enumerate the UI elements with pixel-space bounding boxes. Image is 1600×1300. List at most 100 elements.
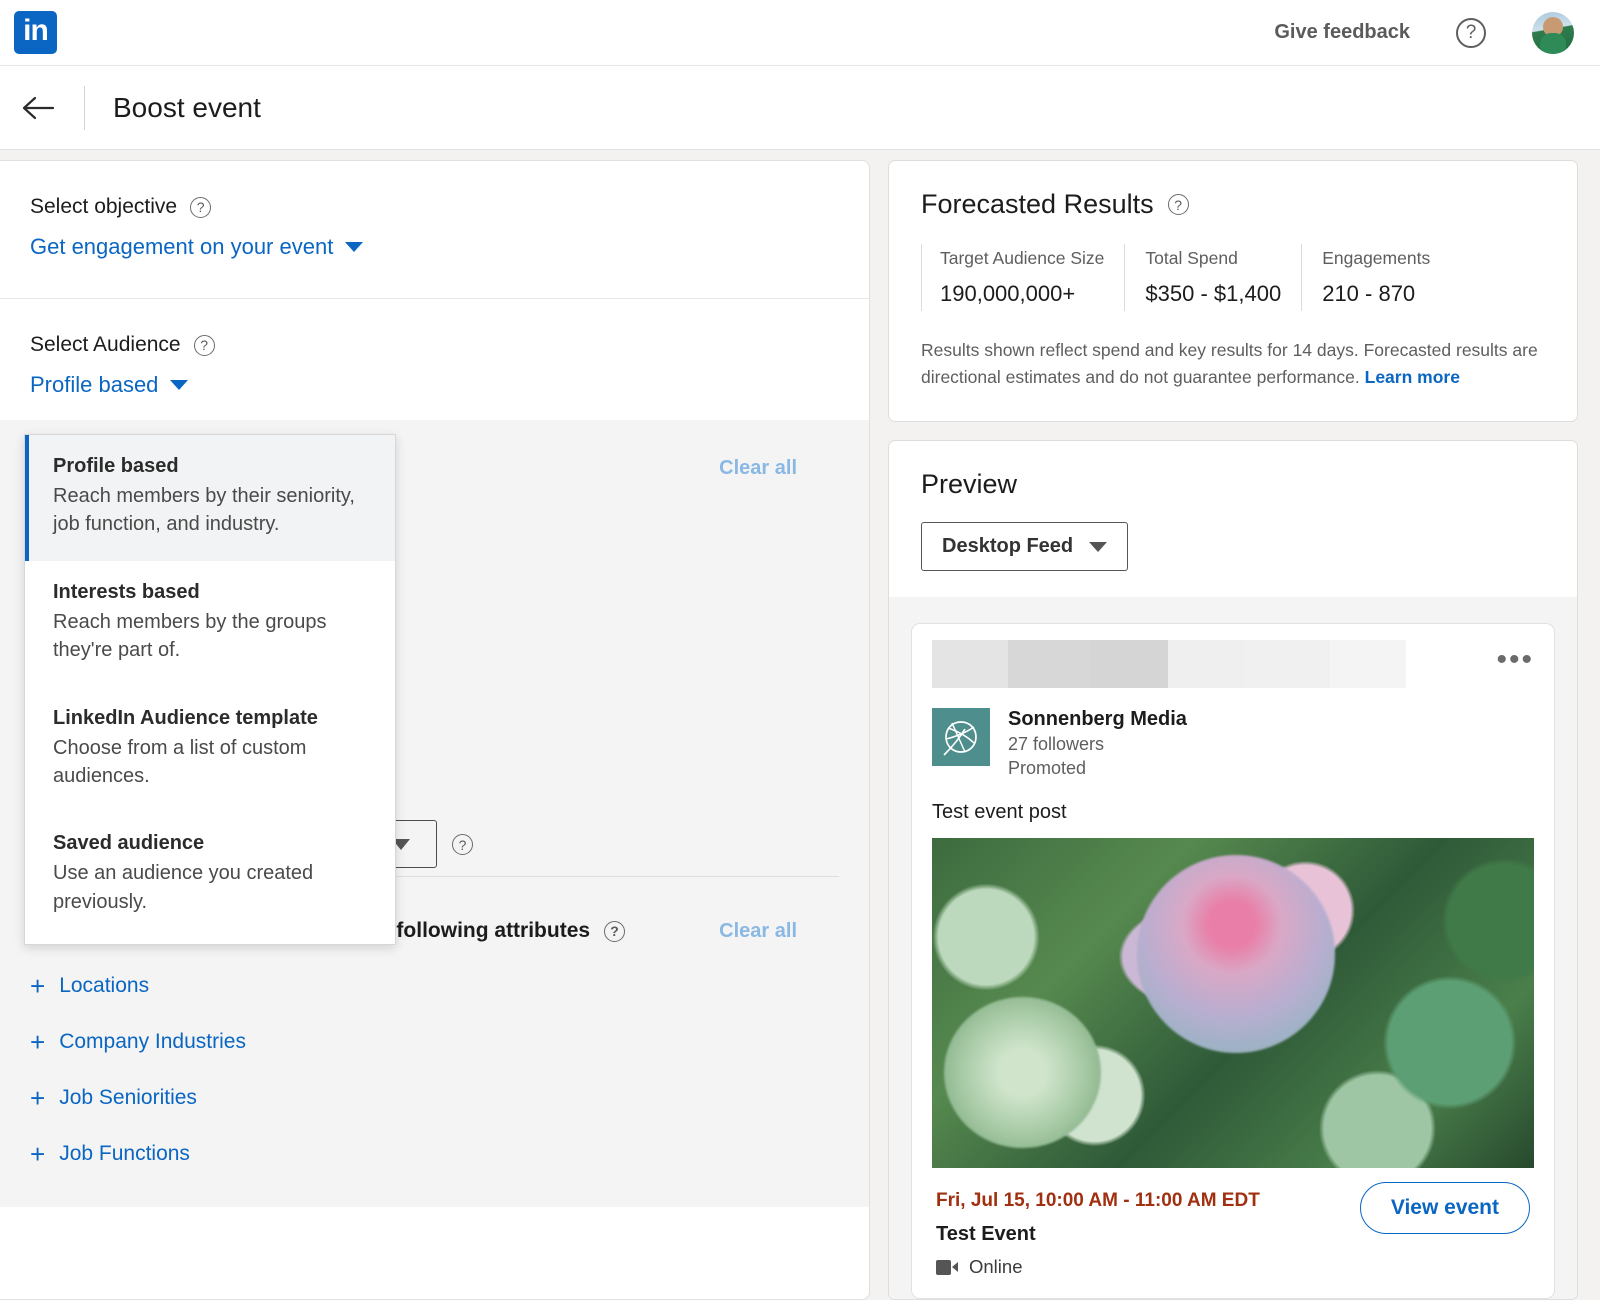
- exclude-help-icon[interactable]: ?: [604, 920, 626, 942]
- preview-format-dropdown[interactable]: Desktop Feed: [921, 522, 1129, 572]
- exclude-company-industries-link[interactable]: + Company Industries: [30, 1029, 839, 1055]
- placeholder-block: [1246, 640, 1330, 689]
- preview-card: Preview Desktop Feed ••• Sonnenberg Medi…: [888, 440, 1578, 1300]
- video-camera-icon: [936, 1259, 958, 1275]
- metric-label: Target Audience Size: [940, 248, 1105, 268]
- plus-icon: +: [30, 971, 46, 1001]
- plus-icon: +: [30, 1083, 46, 1113]
- page-title: Boost event: [113, 91, 261, 123]
- attribute-select-help-icon[interactable]: ?: [452, 834, 473, 855]
- follower-count: 27 followers: [1008, 734, 1105, 755]
- exclude-locations-label: Locations: [59, 974, 150, 997]
- metric-value: 190,000,000+: [940, 281, 1076, 306]
- exclude-company-industries-label: Company Industries: [59, 1030, 246, 1053]
- forecasted-results-body: Forecasted Results ? Target Audience Siz…: [889, 161, 1577, 421]
- preview-body: ••• Sonnenberg Media 27 followers Promot…: [889, 597, 1577, 1300]
- exclude-job-functions-label: Job Functions: [59, 1142, 190, 1165]
- dropdown-option-linkedin-audience-template[interactable]: LinkedIn Audience template Choose from a…: [25, 687, 395, 813]
- placeholder-block: [1168, 640, 1246, 689]
- avatar[interactable]: [1532, 11, 1574, 54]
- back-arrow-icon[interactable]: [16, 85, 62, 131]
- forecasted-results-card: Forecasted Results ? Target Audience Siz…: [888, 160, 1578, 423]
- audience-type-dropdown-menu[interactable]: Profile based Reach members by their sen…: [24, 434, 396, 946]
- chevron-down-icon: [1089, 541, 1108, 552]
- objective-value: Get engagement on your event: [30, 234, 334, 259]
- metric-value: 210 - 870: [1322, 281, 1416, 306]
- help-icon[interactable]: ?: [1456, 17, 1486, 48]
- option-title: Interests based: [53, 580, 200, 603]
- chevron-down-icon: [170, 380, 189, 390]
- option-description: Reach members by the groups they're part…: [53, 610, 327, 662]
- option-title: Saved audience: [53, 832, 205, 855]
- preview-title: Preview: [921, 469, 1018, 500]
- promoted-label: Promoted: [1008, 758, 1087, 779]
- plus-icon: +: [30, 1139, 46, 1169]
- placeholder-block: [1090, 640, 1168, 689]
- preview-header: Preview Desktop Feed: [889, 441, 1577, 597]
- post-author: Sonnenberg Media 27 followers Promoted: [932, 708, 1534, 779]
- forecasted-results-title: Forecasted Results: [921, 189, 1154, 219]
- placeholder-block: [1008, 640, 1090, 689]
- dropdown-option-profile-based[interactable]: Profile based Reach members by their sen…: [25, 435, 395, 561]
- objective-label: Select objective: [30, 195, 178, 218]
- exclude-clear-all-button[interactable]: Clear all: [719, 920, 839, 943]
- forecast-note: Results shown reflect spend and key resu…: [921, 337, 1545, 391]
- audience-value: Profile based: [30, 372, 159, 397]
- audience-section: Select Audience ? Profile based: [0, 299, 869, 420]
- option-description: Reach members by their seniority, job fu…: [53, 485, 355, 536]
- event-mode: Online: [936, 1256, 1530, 1278]
- company-name: Sonnenberg Media: [1008, 708, 1187, 731]
- exclude-job-seniorities-label: Job Seniorities: [59, 1086, 197, 1109]
- objective-section: Select objective ? Get engagement on you…: [0, 161, 869, 299]
- option-description: Use an audience you created previously.: [53, 862, 314, 913]
- metric-target-audience-size: Target Audience Size 190,000,000+: [921, 244, 1124, 311]
- forecast-metrics: Target Audience Size 190,000,000+ Total …: [921, 244, 1545, 311]
- give-feedback-link[interactable]: Give feedback: [1274, 21, 1410, 44]
- metric-label: Total Spend: [1145, 248, 1238, 268]
- learn-more-link[interactable]: Learn more: [1365, 367, 1460, 387]
- objective-help-icon[interactable]: ?: [190, 196, 212, 218]
- chevron-down-icon: [345, 242, 364, 252]
- linkedin-logo-icon[interactable]: in: [14, 11, 57, 54]
- right-column: Forecasted Results ? Target Audience Siz…: [888, 160, 1578, 1300]
- post-preview: ••• Sonnenberg Media 27 followers Promot…: [911, 623, 1555, 1300]
- post-text: Test event post: [932, 801, 1067, 824]
- event-image: [932, 838, 1534, 1169]
- post-author-info: Sonnenberg Media 27 followers Promoted: [1008, 708, 1187, 779]
- header-divider: [84, 85, 85, 130]
- dropdown-option-interests-based[interactable]: Interests based Reach members by the gro…: [25, 561, 395, 687]
- audience-help-icon[interactable]: ?: [193, 334, 215, 356]
- dropdown-option-saved-audience[interactable]: Saved audience Use an audience you creat…: [25, 812, 395, 938]
- objective-label-row: Select objective ?: [30, 195, 839, 219]
- metric-total-spend: Total Spend $350 - $1,400: [1124, 244, 1301, 311]
- post-more-options-icon[interactable]: •••: [1496, 640, 1534, 675]
- metric-engagements: Engagements 210 - 870: [1301, 244, 1450, 311]
- company-logo-icon: [932, 708, 990, 767]
- objective-dropdown[interactable]: Get engagement on your event: [30, 234, 364, 260]
- exclude-job-functions-link[interactable]: + Job Functions: [30, 1141, 839, 1167]
- view-event-button[interactable]: View event: [1359, 1182, 1530, 1235]
- forecast-help-icon[interactable]: ?: [1167, 194, 1189, 215]
- option-title: Profile based: [53, 455, 179, 477]
- audience-dropdown-trigger[interactable]: Profile based: [30, 372, 189, 398]
- placeholder-block: [932, 640, 1008, 689]
- event-mode-label: Online: [969, 1256, 1023, 1278]
- metric-label: Engagements: [1322, 248, 1431, 268]
- preview-format-value: Desktop Feed: [942, 535, 1074, 558]
- plus-icon: +: [30, 1027, 46, 1057]
- audience-label: Select Audience: [30, 333, 181, 356]
- metric-value: $350 - $1,400: [1145, 281, 1282, 306]
- event-details: Fri, Jul 15, 10:00 AM - 11:00 AM EDT Tes…: [932, 1168, 1534, 1298]
- option-description: Choose from a list of custom audiences.: [53, 736, 307, 787]
- placeholder-block: [1330, 640, 1406, 689]
- top-bar-actions: Give feedback ?: [1274, 11, 1582, 54]
- audience-label-row: Select Audience ?: [30, 333, 839, 357]
- exclude-locations-link[interactable]: + Locations: [30, 973, 839, 999]
- blurred-header-placeholder: •••: [932, 640, 1534, 692]
- forecasted-results-title-row: Forecasted Results ?: [921, 189, 1545, 220]
- option-title: LinkedIn Audience template: [53, 706, 318, 729]
- include-clear-all-button[interactable]: Clear all: [719, 457, 839, 480]
- top-bar: in Give feedback ?: [0, 0, 1600, 66]
- page-header: Boost event: [0, 66, 1600, 150]
- exclude-job-seniorities-link[interactable]: + Job Seniorities: [30, 1085, 839, 1111]
